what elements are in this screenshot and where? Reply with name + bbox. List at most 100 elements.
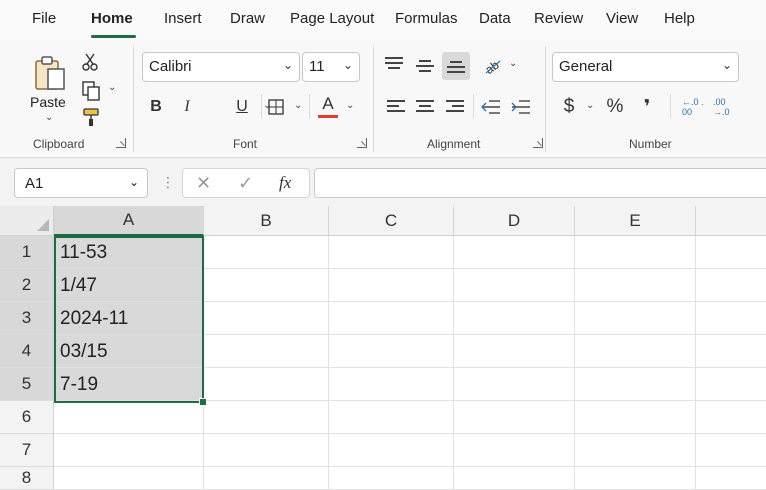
italic-button[interactable]: I — [177, 96, 197, 118]
cell-d5[interactable] — [454, 368, 575, 401]
cell-e4[interactable] — [575, 335, 696, 368]
cell-c8[interactable] — [329, 467, 454, 490]
cell-c5[interactable] — [329, 368, 454, 401]
column-header-a[interactable]: A — [54, 206, 204, 236]
align-left-icon[interactable] — [387, 100, 405, 114]
cell-f5[interactable] — [696, 368, 766, 401]
row-header-2[interactable]: 2 — [0, 269, 54, 302]
paste-dropdown-icon[interactable]: ⌄ — [45, 112, 53, 123]
formula-input[interactable] — [314, 168, 766, 198]
cell-f4[interactable] — [696, 335, 766, 368]
cell-d7[interactable] — [454, 434, 575, 467]
copy-icon[interactable] — [80, 80, 102, 102]
bottom-align-button[interactable] — [442, 52, 470, 80]
cell-b5[interactable] — [204, 368, 329, 401]
cell-b1[interactable] — [204, 236, 329, 269]
tab-help[interactable]: Help — [664, 10, 695, 27]
tab-view[interactable]: View — [606, 10, 638, 27]
middle-align-icon[interactable] — [416, 60, 434, 74]
select-all-button[interactable] — [0, 206, 54, 236]
cell-f8[interactable] — [696, 467, 766, 490]
alignment-launcher-icon[interactable] — [533, 138, 543, 148]
cell-a3[interactable]: 2024-11 — [54, 302, 204, 335]
cell-a7[interactable] — [54, 434, 204, 467]
cell-e3[interactable] — [575, 302, 696, 335]
bold-button[interactable]: B — [146, 96, 166, 118]
tab-review[interactable]: Review — [534, 10, 583, 27]
cell-c4[interactable] — [329, 335, 454, 368]
cell-d6[interactable] — [454, 401, 575, 434]
currency-dropdown-icon[interactable]: ⌄ — [586, 100, 594, 111]
top-align-icon[interactable] — [385, 57, 403, 71]
more-options-icon[interactable]: ⋮ — [161, 174, 175, 191]
font-size-select[interactable]: 11 ⌄ — [302, 52, 360, 82]
name-box[interactable]: A1 ⌄ — [14, 168, 148, 198]
cell-d3[interactable] — [454, 302, 575, 335]
orientation-icon[interactable]: ab — [481, 54, 505, 76]
fill-handle[interactable] — [199, 398, 207, 406]
enter-icon[interactable]: ✓ — [238, 173, 253, 194]
cancel-icon[interactable]: ✕ — [196, 173, 211, 194]
chevron-down-icon[interactable]: ⌄ — [129, 175, 139, 189]
row-header-1[interactable]: 1 — [0, 236, 54, 269]
cell-a6[interactable] — [54, 401, 204, 434]
row-header-4[interactable]: 4 — [0, 335, 54, 368]
cell-c6[interactable] — [329, 401, 454, 434]
cell-d8[interactable] — [454, 467, 575, 490]
cell-c1[interactable] — [329, 236, 454, 269]
cell-b8[interactable] — [204, 467, 329, 490]
cell-a1[interactable]: 11-53 — [54, 236, 204, 269]
format-painter-icon[interactable] — [80, 106, 102, 128]
align-right-icon[interactable] — [446, 100, 464, 114]
font-color-dropdown-icon[interactable]: ⌄ — [346, 100, 354, 111]
cell-e6[interactable] — [575, 401, 696, 434]
cell-a8[interactable] — [54, 467, 204, 490]
font-name-select[interactable]: Calibri ⌄ — [142, 52, 300, 82]
column-header-f[interactable] — [696, 206, 766, 236]
tab-draw[interactable]: Draw — [230, 10, 265, 27]
cell-b2[interactable] — [204, 269, 329, 302]
percent-format-button[interactable]: % — [604, 95, 626, 119]
cell-f6[interactable] — [696, 401, 766, 434]
paste-label[interactable]: Paste — [30, 94, 66, 110]
paste-icon[interactable] — [30, 52, 70, 94]
cell-f3[interactable] — [696, 302, 766, 335]
cell-e8[interactable] — [575, 467, 696, 490]
copy-dropdown-icon[interactable]: ⌄ — [108, 82, 116, 93]
cell-c3[interactable] — [329, 302, 454, 335]
font-launcher-icon[interactable] — [357, 138, 367, 148]
cell-c2[interactable] — [329, 269, 454, 302]
borders-dropdown-icon[interactable]: ⌄ — [294, 100, 302, 111]
row-header-6[interactable]: 6 — [0, 401, 54, 434]
decrease-decimal-button[interactable]: .00 →.0 — [713, 97, 735, 117]
row-header-3[interactable]: 3 — [0, 302, 54, 335]
align-center-icon[interactable] — [416, 100, 434, 114]
borders-icon[interactable] — [266, 97, 286, 117]
column-header-c[interactable]: C — [329, 206, 454, 236]
increase-indent-icon[interactable] — [510, 96, 532, 118]
cell-d4[interactable] — [454, 335, 575, 368]
cell-b3[interactable] — [204, 302, 329, 335]
cell-e7[interactable] — [575, 434, 696, 467]
cell-f1[interactable] — [696, 236, 766, 269]
cell-a5[interactable]: 7-19 — [54, 368, 204, 401]
column-header-d[interactable]: D — [454, 206, 575, 236]
cell-a4[interactable]: 03/15 — [54, 335, 204, 368]
cell-b6[interactable] — [204, 401, 329, 434]
cell-d1[interactable] — [454, 236, 575, 269]
tab-home[interactable]: Home — [91, 10, 133, 27]
cell-f7[interactable] — [696, 434, 766, 467]
orientation-dropdown-icon[interactable]: ⌄ — [509, 58, 517, 69]
cell-c7[interactable] — [329, 434, 454, 467]
cell-e5[interactable] — [575, 368, 696, 401]
column-header-b[interactable]: B — [204, 206, 329, 236]
cell-d2[interactable] — [454, 269, 575, 302]
increase-decimal-button[interactable]: ←.0 .00 — [682, 97, 704, 117]
comma-style-button[interactable]: ❜ — [638, 95, 656, 119]
tab-data[interactable]: Data — [479, 10, 511, 27]
cell-e1[interactable] — [575, 236, 696, 269]
number-format-select[interactable]: General ⌄ — [552, 52, 739, 82]
tab-insert[interactable]: Insert — [164, 10, 202, 27]
cell-a2[interactable]: 1/47 — [54, 269, 204, 302]
tab-file[interactable]: File — [32, 10, 56, 27]
